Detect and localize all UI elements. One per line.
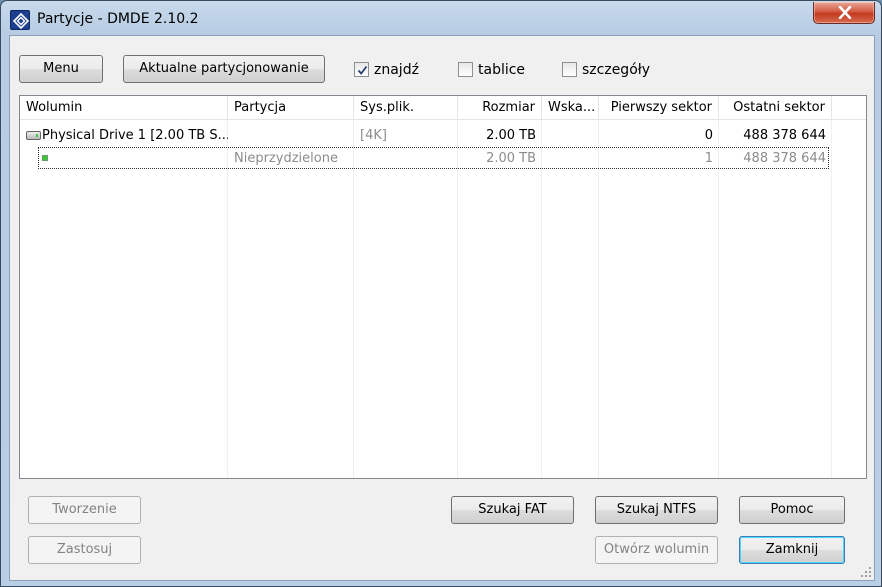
details-checkbox[interactable]: szczegóły	[562, 62, 662, 80]
close-button[interactable]: Zamknij	[739, 536, 845, 564]
search-fat-button[interactable]: Szukaj FAT	[451, 496, 574, 524]
title-bar[interactable]: Partycje - DMDE 2.10.2	[1, 1, 881, 35]
window-title: Partycje - DMDE 2.10.2	[37, 11, 199, 27]
cell-volume: Physical Drive 1 [2.00 TB S...	[42, 128, 228, 143]
create-button[interactable]: Tworzenie	[28, 496, 141, 524]
grid-line	[353, 120, 354, 478]
details-checkbox-label: szczegóły	[582, 62, 651, 78]
details-checkbox-box[interactable]	[562, 62, 577, 77]
column-header-filler	[832, 96, 866, 120]
column-header-size[interactable]: Rozmiar	[458, 96, 542, 120]
open-volume-button[interactable]: Otwórz wolumin	[595, 536, 718, 564]
cell-size: 2.00 TB	[486, 151, 536, 166]
table-row-unallocated[interactable]: Nieprzydzielone 2.00 TB 1 488 378 644	[20, 147, 866, 170]
find-checkbox-label: znajdź	[374, 62, 419, 78]
cell-first-sector: 0	[704, 128, 713, 143]
close-icon	[838, 6, 852, 19]
column-header-partition[interactable]: Partycja	[228, 96, 354, 120]
grid-line	[457, 120, 458, 478]
dialog-client-area: Menu Aktualne partycjonowanie znajdź tab…	[9, 35, 875, 581]
cell-first-sector: 1	[704, 151, 713, 166]
cell-last-sector: 488 378 644	[743, 151, 826, 166]
help-button[interactable]: Pomoc	[739, 496, 845, 524]
column-header-first-sector[interactable]: Pierwszy sektor	[599, 96, 719, 120]
column-header-flag[interactable]: Wska...	[542, 96, 599, 120]
partition-icon	[42, 155, 48, 161]
partitions-list[interactable]: Wolumin Partycja Sys.plik. Rozmiar Wska.…	[19, 95, 867, 479]
grid-line	[598, 120, 599, 478]
apply-button[interactable]: Zastosuj	[28, 536, 141, 564]
cell-partition	[228, 124, 354, 147]
grid-line	[831, 120, 832, 478]
tables-checkbox[interactable]: tablice	[458, 62, 538, 80]
search-ntfs-button[interactable]: Szukaj NTFS	[595, 496, 718, 524]
cell-filesystem	[354, 147, 458, 170]
window-close-button[interactable]	[813, 2, 875, 24]
cell-filesystem: [4K]	[360, 128, 387, 143]
cell-flag	[542, 147, 599, 170]
column-header-volume[interactable]: Wolumin	[20, 96, 228, 120]
find-checkbox[interactable]: znajdź	[354, 62, 434, 80]
column-header-last-sector[interactable]: Ostatni sektor	[719, 96, 832, 120]
column-header-filesystem[interactable]: Sys.plik.	[354, 96, 458, 120]
table-row-drive[interactable]: Physical Drive 1 [2.00 TB S... [4K] 2.00…	[20, 124, 866, 147]
cell-volume	[50, 147, 228, 170]
checkmark-icon	[357, 65, 368, 75]
find-checkbox-box[interactable]	[354, 62, 369, 77]
cell-flag	[542, 124, 599, 147]
grid-line	[718, 120, 719, 478]
resize-grip-icon[interactable]	[860, 566, 872, 578]
menu-button[interactable]: Menu	[19, 55, 103, 83]
grid-line	[227, 120, 228, 478]
list-header: Wolumin Partycja Sys.plik. Rozmiar Wska.…	[20, 96, 866, 120]
tables-checkbox-label: tablice	[478, 62, 526, 78]
current-partitioning-button[interactable]: Aktualne partycjonowanie	[123, 55, 325, 83]
cell-size: 2.00 TB	[486, 128, 536, 143]
cell-partition: Nieprzydzielone	[234, 151, 338, 166]
dmde-app-icon[interactable]	[10, 10, 30, 30]
cell-last-sector: 488 378 644	[743, 128, 826, 143]
dialog-window: Partycje - DMDE 2.10.2 Menu Aktualne par…	[0, 0, 882, 587]
grid-line	[541, 120, 542, 478]
tables-checkbox-box[interactable]	[458, 62, 473, 77]
